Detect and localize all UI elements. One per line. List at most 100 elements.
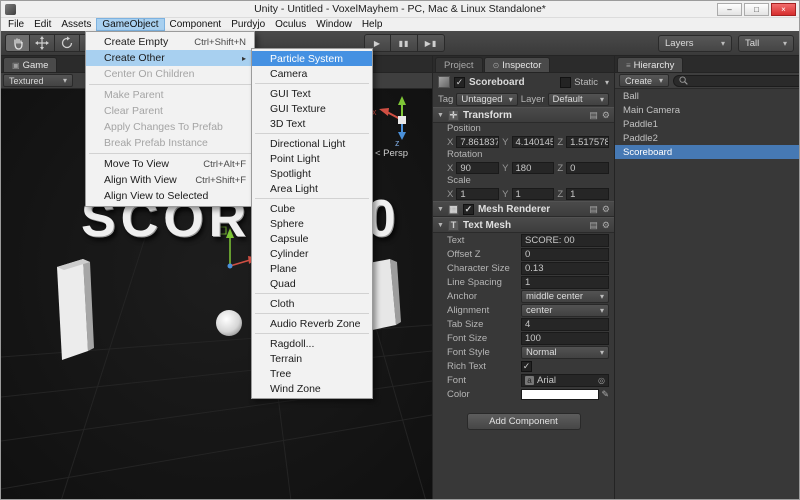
menu-file[interactable]: File <box>3 18 29 31</box>
gear-icon[interactable]: ⚙ <box>602 110 610 121</box>
foldout-icon[interactable]: ▼ <box>437 222 444 229</box>
font-size-field[interactable]: 100 <box>521 332 609 345</box>
menu-item-center-on-children[interactable]: Center On Children <box>86 66 254 82</box>
hierarchy-item-scoreboard[interactable]: Scoreboard <box>615 145 800 159</box>
axis-z-label[interactable]: z <box>395 138 400 148</box>
menu-item-area-light[interactable]: Area Light <box>252 181 372 196</box>
text-field[interactable]: SCORE: 00 <box>521 234 609 247</box>
menu-edit[interactable]: Edit <box>29 18 56 31</box>
menu-item-clear-parent[interactable]: Clear Parent <box>86 103 254 119</box>
anchor-dropdown[interactable]: middle center ▾ <box>521 290 609 303</box>
menu-item-wind-zone[interactable]: Wind Zone <box>252 381 372 396</box>
position-x-field[interactable]: 7.861837 <box>456 136 499 148</box>
menu-oculus[interactable]: Oculus <box>270 18 311 31</box>
object-picker-icon[interactable]: ◎ <box>598 376 605 385</box>
minimize-button[interactable]: – <box>717 3 742 16</box>
menu-item-create-empty[interactable]: Create Empty Ctrl+Shift+N <box>86 34 254 50</box>
move-tool-button[interactable] <box>30 34 55 52</box>
layout-dropdown[interactable]: Tall ▾ <box>738 35 794 52</box>
menu-window[interactable]: Window <box>311 18 357 31</box>
color-swatch[interactable] <box>521 389 599 400</box>
menu-help[interactable]: Help <box>357 18 388 31</box>
menu-component[interactable]: Component <box>165 18 227 31</box>
menu-item-directional-light[interactable]: Directional Light <box>252 136 372 151</box>
foldout-icon[interactable]: ▼ <box>437 112 444 119</box>
layer-dropdown[interactable]: Default ▾ <box>548 93 609 106</box>
menu-item-gui-text[interactable]: GUI Text <box>252 86 372 101</box>
hand-tool-button[interactable] <box>5 34 30 52</box>
mesh-renderer-component-header[interactable]: ▼ ▦ ✓ Mesh Renderer ▤ ⚙ <box>433 201 614 217</box>
reference-book-icon[interactable]: ▤ <box>589 220 598 231</box>
rich-text-checkbox[interactable]: ✓ <box>521 361 532 372</box>
step-button[interactable]: ▶▮ <box>418 34 445 52</box>
menu-item-3d-text[interactable]: 3D Text <box>252 116 372 131</box>
menu-item-break-prefab-instance[interactable]: Break Prefab Instance <box>86 135 254 151</box>
eyedropper-icon[interactable]: ✎ <box>601 389 609 400</box>
mesh-renderer-enabled-checkbox[interactable]: ✓ <box>463 204 474 215</box>
transform-component-header[interactable]: ▼ ✛ Transform ▤ ⚙ <box>433 107 614 123</box>
rotation-z-field[interactable]: 0 <box>566 162 609 174</box>
foldout-icon[interactable]: ▼ <box>437 206 444 213</box>
tab-inspector[interactable]: ⊙ Inspector <box>484 57 551 72</box>
line-spacing-field[interactable]: 1 <box>521 276 609 289</box>
menu-item-apply-changes-to-prefab[interactable]: Apply Changes To Prefab <box>86 119 254 135</box>
menu-item-ragdoll[interactable]: Ragdoll... <box>252 336 372 351</box>
menu-item-cube[interactable]: Cube <box>252 201 372 216</box>
alignment-dropdown[interactable]: center ▾ <box>521 304 609 317</box>
offset-z-field[interactable]: 0 <box>521 248 609 261</box>
hierarchy-item-paddle1[interactable]: Paddle1 <box>615 117 800 131</box>
static-control[interactable]: Static ▾ <box>560 77 609 88</box>
menu-purdyjo[interactable]: Purdyjo <box>226 18 270 31</box>
hierarchy-item-paddle2[interactable]: Paddle2 <box>615 131 800 145</box>
position-z-field[interactable]: 1.517578 <box>566 136 609 148</box>
text-mesh-component-header[interactable]: ▼ T Text Mesh ▤ ⚙ <box>433 217 614 233</box>
menu-item-spotlight[interactable]: Spotlight <box>252 166 372 181</box>
close-button[interactable]: × <box>771 3 796 16</box>
tab-project[interactable]: Project <box>435 57 483 72</box>
menu-item-particle-system[interactable]: Particle System <box>252 51 372 66</box>
tab-hierarchy[interactable]: ≡ Hierarchy <box>617 57 683 72</box>
menu-item-capsule[interactable]: Capsule <box>252 231 372 246</box>
layers-dropdown[interactable]: Layers ▾ <box>658 35 732 52</box>
menu-item-camera[interactable]: Camera <box>252 66 372 81</box>
create-dropdown-button[interactable]: Create ▾ <box>619 74 669 87</box>
tab-size-field[interactable]: 4 <box>521 318 609 331</box>
menu-item-tree[interactable]: Tree <box>252 366 372 381</box>
gear-icon[interactable]: ⚙ <box>602 204 610 215</box>
render-mode-dropdown[interactable]: Textured ▾ <box>3 74 73 87</box>
menu-item-gui-texture[interactable]: GUI Texture <box>252 101 372 116</box>
tag-dropdown[interactable]: Untagged ▾ <box>456 93 517 106</box>
reference-book-icon[interactable]: ▤ <box>589 204 598 215</box>
scale-z-field[interactable]: 1 <box>566 188 609 200</box>
gameobject-name[interactable]: Scoreboard <box>469 77 556 88</box>
maximize-button[interactable]: □ <box>744 3 769 16</box>
position-y-field[interactable]: 4.140145 <box>512 136 555 148</box>
menu-item-align-view-to-selected[interactable]: Align View to Selected <box>86 188 254 204</box>
rotation-y-field[interactable]: 180 <box>512 162 555 174</box>
hierarchy-search[interactable] <box>673 75 800 87</box>
menu-item-sphere[interactable]: Sphere <box>252 216 372 231</box>
static-checkbox[interactable] <box>560 77 571 88</box>
hierarchy-search-input[interactable] <box>691 76 800 86</box>
menu-item-point-light[interactable]: Point Light <box>252 151 372 166</box>
menu-item-move-to-view[interactable]: Move To View Ctrl+Alt+F <box>86 156 254 172</box>
active-checkbox[interactable]: ✓ <box>454 77 465 88</box>
menu-item-audio-reverb-zone[interactable]: Audio Reverb Zone <box>252 316 372 331</box>
menu-item-plane[interactable]: Plane <box>252 261 372 276</box>
menu-item-terrain[interactable]: Terrain <box>252 351 372 366</box>
menu-assets[interactable]: Assets <box>56 18 96 31</box>
menu-item-make-parent[interactable]: Make Parent <box>86 87 254 103</box>
menu-item-create-other[interactable]: Create Other ▸ <box>86 50 254 66</box>
menu-gameobject[interactable]: GameObject <box>96 18 164 31</box>
character-size-field[interactable]: 0.13 <box>521 262 609 275</box>
pause-button[interactable]: ▮▮ <box>391 34 418 52</box>
reference-book-icon[interactable]: ▤ <box>589 110 598 121</box>
persp-label[interactable]: < Persp <box>375 148 408 159</box>
scale-x-field[interactable]: 1 <box>456 188 499 200</box>
menu-item-quad[interactable]: Quad <box>252 276 372 291</box>
menu-item-align-with-view[interactable]: Align With View Ctrl+Shift+F <box>86 172 254 188</box>
menu-item-cylinder[interactable]: Cylinder <box>252 246 372 261</box>
tab-game[interactable]: ▣ Game <box>3 57 57 72</box>
scale-y-field[interactable]: 1 <box>512 188 555 200</box>
rotation-x-field[interactable]: 90 <box>456 162 499 174</box>
